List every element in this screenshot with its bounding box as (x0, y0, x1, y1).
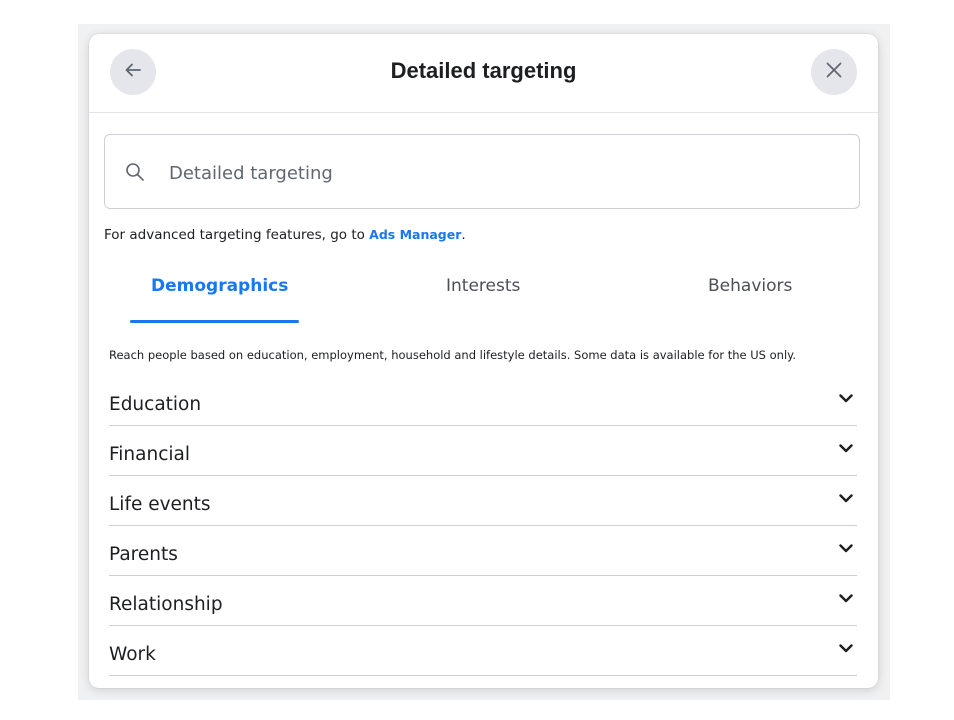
chevron-down-icon (839, 640, 853, 658)
detailed-targeting-dialog: Detailed targeting For advanced targetin… (89, 34, 878, 688)
category-relationship[interactable]: Relationship (109, 576, 857, 626)
tab-interests[interactable]: Interests (446, 276, 520, 296)
tab-demographics[interactable]: Demographics (151, 276, 288, 296)
category-education[interactable]: Education (109, 389, 857, 426)
category-label: Relationship (109, 594, 223, 615)
category-life-events[interactable]: Life events (109, 476, 857, 526)
category-label: Work (109, 644, 156, 665)
category-label: Life events (109, 494, 211, 515)
advanced-targeting-note: For advanced targeting features, go to A… (104, 227, 466, 243)
chevron-down-icon (839, 540, 853, 558)
chevron-down-icon (839, 390, 853, 408)
advanced-note-prefix: For advanced targeting features, go to (104, 227, 370, 243)
search-input[interactable] (167, 157, 831, 189)
chevron-down-icon (839, 490, 853, 508)
tab-description: Reach people based on education, employm… (109, 348, 796, 362)
tab-behaviors[interactable]: Behaviors (708, 276, 792, 296)
search-box (104, 134, 860, 209)
ads-manager-link[interactable]: Ads Manager (369, 227, 461, 242)
category-financial[interactable]: Financial (109, 426, 857, 476)
category-label: Financial (109, 444, 191, 465)
active-tab-indicator (130, 320, 299, 323)
dialog-header: Detailed targeting (89, 34, 878, 113)
close-icon (825, 61, 843, 84)
category-work[interactable]: Work (109, 626, 857, 676)
dialog-title: Detailed targeting (390, 58, 577, 83)
search-icon (125, 162, 145, 187)
category-label: Education (109, 394, 202, 415)
advanced-note-suffix: . (461, 227, 466, 243)
chevron-down-icon (839, 440, 853, 458)
close-button[interactable] (811, 49, 857, 95)
category-parents[interactable]: Parents (109, 526, 857, 576)
category-label: Parents (109, 544, 178, 565)
chevron-down-icon (839, 590, 853, 608)
category-list: Education Financial Life events Parents … (109, 389, 857, 676)
